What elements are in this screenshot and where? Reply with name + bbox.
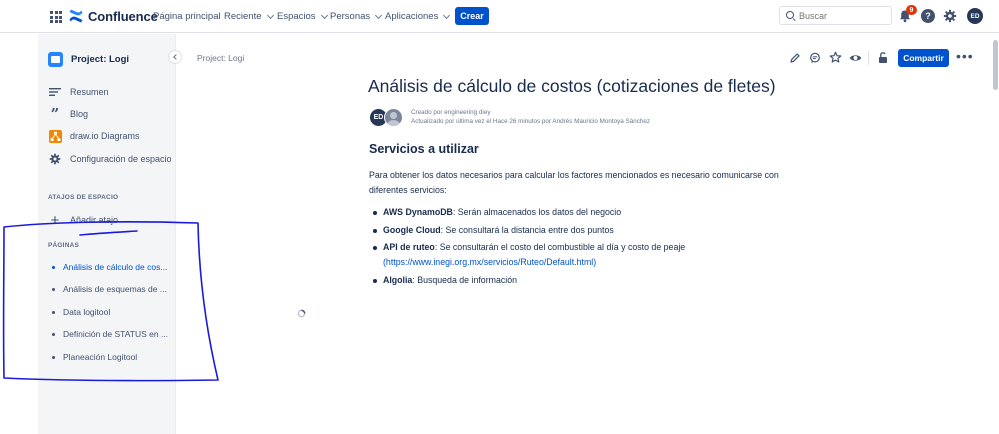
summary-icon	[48, 85, 62, 99]
bullet-icon	[52, 287, 55, 291]
service-description: : Serán almacenados los datos del negoci…	[452, 207, 622, 217]
add-shortcut-button[interactable]: + Añadir atajo	[48, 211, 119, 229]
nav-apps[interactable]: Aplicaciones	[385, 11, 451, 22]
top-navigation: Confluence Página principal Reciente Esp…	[0, 0, 999, 33]
page-tree-label: Análisis de esquemas de ...	[63, 284, 167, 294]
service-description: : Se consultarán el costo del combustibl…	[434, 242, 686, 252]
add-shortcut-label: Añadir atajo	[70, 215, 119, 225]
gear-icon	[48, 152, 62, 166]
page-tree-item[interactable]: Definición de STATUS en ...	[52, 329, 168, 339]
confluence-logo-icon	[69, 9, 83, 23]
nav-spaces-label: Espacios	[277, 11, 316, 22]
section-heading: Servicios a utilizar	[369, 142, 479, 156]
page-tree-label: Definición de STATUS en ...	[63, 329, 169, 339]
user-avatar[interactable]: ED	[967, 8, 983, 24]
bullet-icon	[52, 355, 55, 359]
bullet-icon	[52, 265, 55, 269]
service-description: : Se consultará la distancia entre dos p…	[440, 224, 614, 235]
app-switcher-icon[interactable]	[50, 11, 62, 23]
chevron-down-icon	[443, 11, 451, 19]
sidebar-item-drawio[interactable]: draw.io Diagrams	[48, 129, 140, 143]
quote-icon: ”	[50, 105, 60, 123]
collapse-sidebar-button[interactable]	[168, 50, 182, 64]
scrollbar[interactable]	[991, 34, 999, 434]
shortcuts-heading: ATAJOS DE ESPACIO	[48, 194, 119, 201]
service-name: API de ruteo	[383, 242, 435, 252]
sidebar-item-label: Blog	[70, 109, 89, 119]
nav-people-label: Personas	[330, 11, 371, 22]
nav-people[interactable]: Personas	[330, 11, 383, 22]
bullet-icon	[52, 332, 55, 336]
nav-home[interactable]: Página principal	[153, 11, 221, 22]
search-box[interactable]	[779, 6, 892, 25]
watch-eye-icon[interactable]	[849, 52, 862, 64]
services-list: AWS DynamoDB: Serán almacenados los dato…	[373, 205, 803, 290]
chevron-left-icon	[173, 54, 179, 60]
breadcrumb[interactable]: Project: Logi	[197, 53, 244, 63]
help-icon[interactable]: ?	[921, 9, 935, 23]
sidebar-item-label: Configuración de espacio	[70, 154, 172, 164]
create-button[interactable]: Crear	[455, 7, 489, 25]
intro-paragraph: Para obtener los datos necesarios para c…	[369, 170, 779, 195]
notification-badge: 9	[906, 5, 917, 15]
page-tree-item[interactable]: Planeación Logitool	[52, 352, 137, 362]
edit-pencil-icon[interactable]	[789, 52, 801, 64]
list-item: API de ruteo: Se consultarán el costo de…	[373, 240, 803, 270]
editor-avatar	[384, 108, 403, 127]
service-description: : Busqueda de información	[412, 274, 517, 285]
page-tree-label: Planeación Logitool	[63, 352, 138, 362]
page-tree-item[interactable]: Análisis de esquemas de ...	[52, 284, 167, 294]
list-item: Google Cloud: Se consultará la distancia…	[373, 223, 803, 238]
sidebar-item-blog[interactable]: ” Blog	[48, 105, 89, 123]
space-name: Project: Logi	[71, 54, 130, 65]
created-by: Creado por engineering diey	[411, 109, 491, 116]
page-tree-label: Data logitool	[63, 307, 111, 317]
chevron-down-icon	[266, 11, 274, 19]
drawio-icon	[48, 129, 62, 143]
list-item: AWS DynamoDB: Serán almacenados los dato…	[373, 205, 803, 220]
nav-recent[interactable]: Reciente	[224, 11, 274, 22]
logo-text: Confluence	[88, 8, 158, 24]
service-name: Google Cloud	[383, 224, 441, 235]
search-icon	[786, 11, 795, 20]
contributors[interactable]: ED	[369, 108, 405, 128]
nav-spaces[interactable]: Espacios	[277, 11, 328, 22]
more-actions-icon[interactable]: •••	[956, 49, 974, 63]
sidebar-item-space-settings[interactable]: Configuración de espacio	[48, 152, 172, 166]
service-name: AWS DynamoDB	[383, 207, 453, 217]
nav-home-label: Página principal	[153, 11, 221, 22]
page-tree-label: Análisis de cálculo de cos...	[63, 262, 168, 272]
restrictions-lock-icon[interactable]	[877, 51, 889, 64]
loading-spinner-icon	[297, 309, 306, 318]
space-header[interactable]: Project: Logi	[48, 52, 129, 67]
chevron-down-icon	[375, 11, 383, 19]
pages-heading: PÁGINAS	[48, 242, 80, 249]
star-icon[interactable]	[829, 51, 842, 64]
scrollbar-thumb[interactable]	[993, 40, 998, 90]
share-button[interactable]: Compartir	[898, 49, 949, 67]
search-input[interactable]	[799, 10, 889, 21]
page-tree-item[interactable]: Data logitool	[52, 307, 110, 317]
last-updated: Actualizado por última vez el Hace 26 mi…	[411, 118, 651, 125]
sidebar-item-label: Resumen	[70, 87, 109, 97]
toolbar-divider	[868, 51, 869, 65]
nav-apps-label: Aplicaciones	[385, 11, 439, 22]
sidebar-item-summary[interactable]: Resumen	[48, 85, 109, 99]
ruteo-link[interactable]: (https://www.inegi.org.mx/servicios/Rute…	[383, 257, 596, 267]
nav-recent-label: Reciente	[224, 11, 262, 22]
plus-icon: +	[50, 211, 60, 229]
chevron-down-icon	[320, 11, 328, 19]
confluence-logo[interactable]: Confluence	[68, 8, 158, 24]
page-tree-item[interactable]: Análisis de cálculo de cos...	[52, 262, 167, 272]
gear-icon[interactable]	[943, 9, 957, 23]
page-title: Análisis de cálculo de costos (cotizacio…	[368, 76, 776, 96]
comment-icon[interactable]	[809, 52, 821, 64]
sidebar-item-label: draw.io Diagrams	[70, 131, 140, 141]
service-name: Algolia	[383, 274, 413, 285]
space-icon	[48, 52, 63, 67]
bullet-icon	[52, 310, 55, 314]
list-item: Algolia: Busqueda de información	[373, 273, 803, 288]
